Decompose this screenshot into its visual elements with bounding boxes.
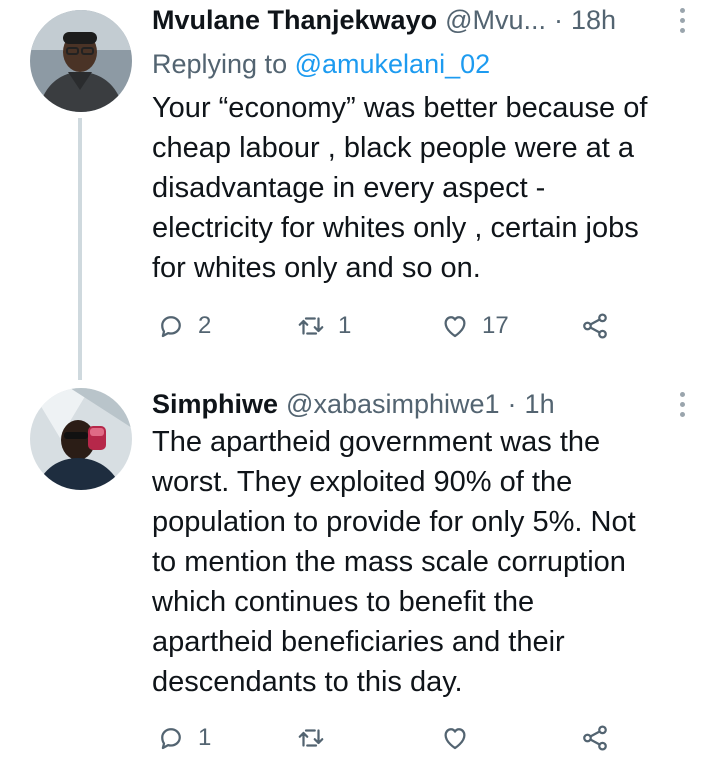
tweet-text: Your “economy” was better because of che…	[152, 88, 697, 288]
avatar[interactable]	[30, 388, 132, 490]
tweet-text-line: which continues to benefit the	[152, 586, 535, 618]
reply-count: 1	[198, 724, 212, 751]
tweet[interactable]: Mvulane Thanjekwayo @Mvu... · 18h Replyi…	[0, 0, 720, 380]
like-button[interactable]: 17	[440, 306, 509, 346]
like-button[interactable]	[440, 718, 482, 758]
retweet-icon	[298, 729, 324, 747]
share-button[interactable]	[580, 718, 610, 758]
tweet-text-line: cheap labour , black people were at a	[152, 132, 635, 164]
avatar[interactable]	[30, 10, 132, 112]
tweet-text-line: descendants to this day.	[152, 666, 463, 698]
display-name[interactable]: Simphiwe	[152, 384, 278, 424]
tweet-text-line: population to provide for only 5%. Not	[152, 506, 636, 538]
heart-icon	[444, 728, 466, 750]
mention-link[interactable]: @amukelani_02	[295, 49, 491, 79]
tweet-text-line: electricity for whites only , certain jo…	[152, 212, 639, 244]
separator: ·	[507, 389, 517, 419]
tweet-text-line: worst. They exploited 90% of the	[152, 466, 573, 498]
retweet-button[interactable]: 1	[296, 306, 351, 346]
reply-icon	[161, 316, 181, 338]
more-vertical-icon[interactable]	[672, 386, 692, 422]
tweet-text-line: to mention the mass scale corruption	[152, 546, 626, 578]
timestamp[interactable]: 18h	[571, 0, 616, 40]
tweet-text-line: Your “economy” was better because of	[152, 92, 648, 124]
reply-button[interactable]: 2	[156, 306, 211, 346]
more-vertical-icon[interactable]	[672, 2, 692, 38]
tweet-header: Simphiwe @xabasimphiwe1 · 1h	[152, 384, 555, 424]
separator: ·	[554, 5, 564, 35]
heart-icon	[444, 316, 466, 338]
reply-button[interactable]: 1	[156, 718, 211, 758]
share-button[interactable]	[580, 306, 610, 346]
reply-icon	[161, 728, 181, 750]
tweet-text-line: The apartheid government was the	[152, 426, 601, 458]
action-bar: 2 1 17	[152, 306, 672, 346]
replying-prefix: Replying to	[152, 49, 288, 79]
user-handle[interactable]: @Mvu...	[445, 0, 546, 40]
retweet-icon	[298, 317, 324, 335]
tweet-text-line: apartheid beneficiaries and their	[152, 626, 565, 658]
action-bar: 1	[152, 718, 672, 758]
display-name[interactable]: Mvulane Thanjekwayo	[152, 0, 437, 40]
tweet-text-line: for whites only and so on.	[152, 252, 481, 284]
share-icon	[583, 725, 607, 751]
retweet-count: 1	[338, 312, 352, 339]
tweet-text-line: disadvantage in every aspect -	[152, 172, 546, 204]
tweet[interactable]: Simphiwe @xabasimphiwe1 · 1h The aparthe…	[0, 378, 720, 761]
tweet-header: Mvulane Thanjekwayo @Mvu... · 18h	[152, 0, 616, 40]
like-count: 17	[482, 312, 509, 339]
tweet-text: The apartheid government was the worst. …	[152, 422, 697, 702]
thread-line	[78, 118, 82, 380]
timestamp[interactable]: 1h	[525, 384, 555, 424]
retweet-button[interactable]	[296, 718, 338, 758]
user-handle[interactable]: @xabasimphiwe1	[286, 384, 500, 424]
replying-to: Replying to @amukelani_02	[152, 44, 490, 84]
reply-count: 2	[198, 312, 212, 339]
share-icon	[583, 313, 607, 339]
